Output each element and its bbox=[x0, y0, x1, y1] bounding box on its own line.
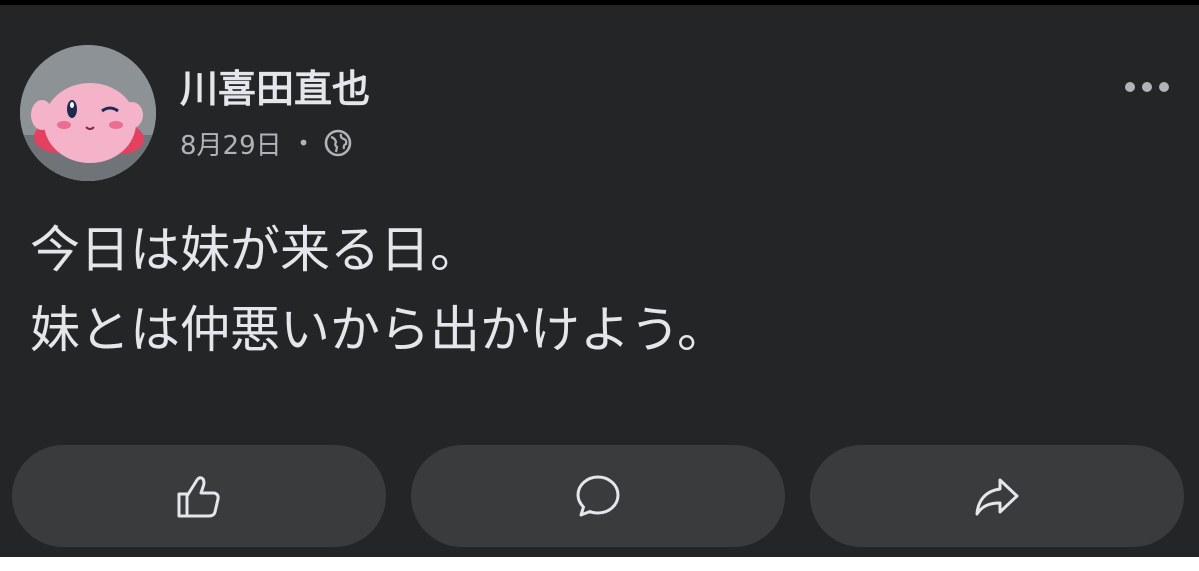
post-body: 今日は妹が来る日。 妹とは仲悪いから出かけよう。 bbox=[30, 210, 727, 370]
thumbs-up-icon bbox=[177, 476, 220, 518]
plush-avatar bbox=[20, 45, 156, 181]
more-dot bbox=[1125, 82, 1135, 92]
post-body-line: 妹とは仲悪いから出かけよう。 bbox=[30, 301, 727, 359]
more-dot bbox=[1159, 82, 1169, 92]
comment-icon bbox=[576, 475, 620, 517]
more-dot bbox=[1142, 82, 1152, 92]
author-name[interactable]: 川喜田直也 bbox=[180, 65, 370, 113]
share-icon bbox=[975, 478, 1019, 516]
author-avatar[interactable] bbox=[20, 45, 156, 181]
share-button[interactable] bbox=[810, 445, 1184, 547]
comment-button[interactable] bbox=[411, 445, 785, 547]
like-button[interactable] bbox=[12, 445, 386, 547]
post-meta: 8月29日 • bbox=[180, 123, 353, 163]
more-options-button[interactable] bbox=[1112, 67, 1182, 107]
meta-separator: • bbox=[297, 131, 310, 155]
globe-icon bbox=[323, 128, 353, 158]
post-card: 川喜田直也 8月29日 • 今日は妹が来る日。 妹とは仲悪いから出かけよう。 bbox=[0, 0, 1199, 557]
post-date[interactable]: 8月29日 bbox=[180, 125, 282, 162]
post-body-line: 今日は妹が来る日。 bbox=[30, 221, 480, 279]
